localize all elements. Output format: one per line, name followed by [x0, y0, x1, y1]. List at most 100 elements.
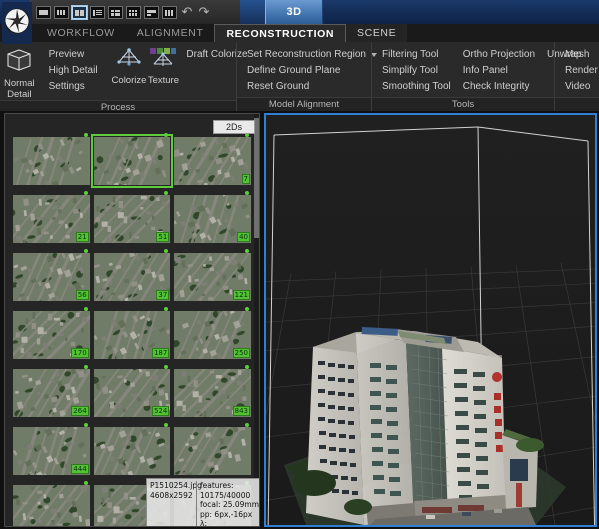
- thumbnail-item[interactable]: 51: [93, 191, 171, 243]
- panel-2ds-scrollbar[interactable]: [254, 114, 259, 526]
- thumbnail-item[interactable]: [13, 481, 90, 526]
- thumbnail-item[interactable]: 7: [174, 133, 251, 185]
- thumbnail-item[interactable]: 40: [174, 191, 251, 243]
- layout-single-icon[interactable]: [36, 5, 51, 19]
- quick-access-toolbar[interactable]: ↶ ↷: [30, 0, 240, 24]
- thumbnail-status-dot: [83, 249, 88, 253]
- mesh-button[interactable]: Mesh: [559, 47, 599, 63]
- tab-reconstruction[interactable]: RECONSTRUCTION: [214, 24, 347, 42]
- simplify-tool-button[interactable]: Simplify Tool: [376, 63, 457, 79]
- tools-column-b: Ortho Projection Info Panel Check Integr…: [457, 45, 541, 95]
- layout-three-col-icon[interactable]: [54, 5, 69, 19]
- reset-ground-button[interactable]: Reset Ground: [241, 79, 383, 95]
- thumbnail-image: [93, 137, 171, 185]
- tab-workflow[interactable]: WORKFLOW: [36, 24, 126, 42]
- smoothing-tool-button[interactable]: Smoothing Tool: [376, 79, 457, 95]
- thumbnail-item[interactable]: 37: [93, 249, 171, 301]
- thumbnail-item[interactable]: 121: [174, 249, 251, 301]
- model-alignment-stack: Set Reconstruction Region Define Ground …: [241, 45, 383, 95]
- thumbnail-badge: 56: [75, 290, 89, 300]
- panel-2ds-header: 2Ds: [212, 117, 255, 134]
- group-title-model-alignment: Model Alignment: [237, 97, 371, 111]
- thumbnail-item[interactable]: 843: [174, 365, 251, 417]
- image-info-tooltip: P1510254.jpg 4608x2592 features: 10175/4…: [146, 478, 259, 527]
- thumbnail-item[interactable]: 264: [13, 365, 90, 417]
- aperture-logo-icon[interactable]: [2, 2, 32, 44]
- layout-two-col-icon[interactable]: [71, 4, 88, 20]
- thumbnail-status-dot: [244, 249, 249, 253]
- filtering-tool-label: Filtering Tool: [382, 49, 439, 60]
- thumbnail-badge: 250: [232, 348, 250, 358]
- tooltip-lambda: λ: 0.003,-0.013,0.016: [200, 519, 207, 527]
- panel-2ds[interactable]: 2Ds 7 21 51 40 56 37 121 170 187 250 264 524 843 444 …: [4, 113, 260, 527]
- view-tab-3d[interactable]: 3D: [265, 0, 323, 24]
- colorize-button[interactable]: Colorize: [111, 45, 147, 87]
- render-label: Render: [565, 65, 598, 76]
- render-button[interactable]: Render: [559, 63, 599, 79]
- thumbnail-image: [174, 427, 251, 475]
- thumbnail-item[interactable]: 250: [174, 307, 251, 359]
- layout-grid3-icon[interactable]: [126, 5, 141, 19]
- tab-scene[interactable]: SCENE: [346, 24, 408, 42]
- thumbnail-badge: 843: [232, 406, 250, 416]
- panel-2ds-tag[interactable]: 2Ds: [212, 120, 255, 134]
- undo-icon[interactable]: ↶: [180, 5, 194, 19]
- define-ground-plane-button[interactable]: Define Ground Plane: [241, 63, 383, 79]
- preview-button[interactable]: Preview: [43, 47, 104, 63]
- main-workspace: 2Ds 7 21 51 40 56 37 121 170 187 250 264 524 843 444 …: [0, 111, 599, 529]
- set-reconstruction-region-button[interactable]: Set Reconstruction Region: [241, 47, 383, 63]
- thumbnail-badge: 121: [232, 290, 250, 300]
- thumbnail-item[interactable]: 524: [93, 365, 171, 417]
- layout-grid2-icon[interactable]: [108, 5, 123, 19]
- thumbnail-item[interactable]: 56: [13, 249, 90, 301]
- check-integrity-button[interactable]: Check Integrity: [457, 79, 541, 95]
- thumbnail-image: [13, 137, 90, 185]
- thumbnail-badge: 524: [151, 406, 170, 416]
- texture-icon: [146, 46, 180, 75]
- layout-grid4-icon[interactable]: [162, 5, 177, 19]
- high-detail-button[interactable]: High Detail: [43, 63, 104, 79]
- thumbnail-status-dot: [244, 307, 249, 311]
- ribbon-group-export: Mesh Render Video: [554, 42, 599, 111]
- tab-alignment[interactable]: ALIGNMENT: [126, 24, 215, 42]
- redo-icon[interactable]: ↷: [197, 5, 211, 19]
- thumbnail-item[interactable]: 21: [13, 191, 90, 243]
- thumbnail-item[interactable]: 170: [13, 307, 90, 359]
- thumbnail-image: [93, 427, 171, 475]
- info-panel-button[interactable]: Info Panel: [457, 63, 541, 79]
- thumbnail-item[interactable]: [90, 133, 174, 188]
- colorize-label: Colorize: [111, 75, 147, 86]
- export-column-a: Mesh Render Video: [559, 45, 599, 95]
- normal-detail-button[interactable]: Normal Detail: [4, 45, 35, 100]
- thumbnail-item[interactable]: [93, 423, 171, 475]
- thumbnail-grid[interactable]: 7 21 51 40 56 37 121 170 187 250 264 524 843 444: [5, 133, 259, 526]
- layout-list-icon[interactable]: [90, 5, 105, 19]
- settings-button[interactable]: Settings: [43, 79, 104, 95]
- texture-button[interactable]: Texture: [146, 45, 180, 87]
- ribbon-group-model-alignment: Set Reconstruction Region Define Ground …: [236, 42, 377, 111]
- viewport-canvas[interactable]: [266, 115, 595, 525]
- mesh-label: Mesh: [565, 49, 590, 60]
- thumbnail-item[interactable]: 187: [93, 307, 171, 359]
- thumbnail-badge: 37: [156, 290, 170, 300]
- group-title-tools: Tools: [372, 97, 554, 111]
- tooltip-filename: P1510254.jpg: [150, 481, 202, 490]
- thumbnail-status-dot: [83, 481, 88, 485]
- layout-bottom-icon[interactable]: [144, 5, 159, 19]
- high-detail-label: High Detail: [48, 65, 98, 76]
- filtering-tool-button[interactable]: Filtering Tool: [376, 47, 457, 63]
- thumbnail-status-dot: [83, 133, 88, 137]
- thumbnail-item[interactable]: [13, 133, 90, 185]
- ortho-projection-button[interactable]: Ortho Projection: [457, 47, 541, 63]
- thumbnail-item[interactable]: 444: [13, 423, 90, 475]
- scrollbar-thumb[interactable]: [254, 118, 259, 238]
- texture-label: Texture: [147, 75, 179, 86]
- ribbon: Normal Detail Preview High Detail Settin…: [0, 42, 599, 114]
- video-button[interactable]: Video: [559, 79, 599, 95]
- 3d-viewport[interactable]: [264, 113, 597, 527]
- define-ground-plane-label: Define Ground Plane: [247, 65, 341, 76]
- thumbnail-status-dot: [244, 423, 249, 427]
- thumbnail-item[interactable]: [174, 423, 251, 475]
- simplify-tool-label: Simplify Tool: [382, 65, 438, 76]
- thumbnail-status-dot: [83, 307, 88, 311]
